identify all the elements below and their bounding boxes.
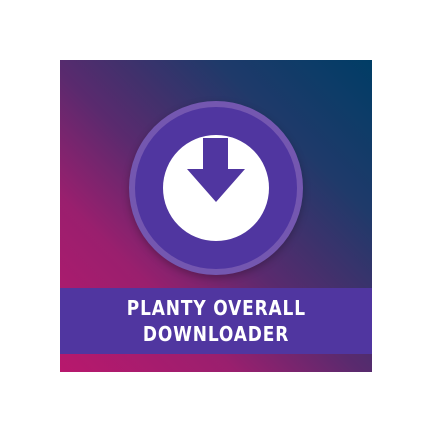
download-badge-disc: [135, 107, 297, 269]
title-banner: PLANTY OVERALL DOWNLOADER: [60, 288, 372, 354]
title-line-2: DOWNLOADER: [142, 322, 290, 346]
app-logo-tile: PLANTY OVERALL DOWNLOADER: [60, 60, 372, 372]
download-icon-circle: [163, 135, 269, 241]
download-arrow-icon: [187, 138, 245, 202]
title-line-1: PLANTY OVERALL: [126, 296, 306, 320]
download-badge: [129, 101, 303, 275]
